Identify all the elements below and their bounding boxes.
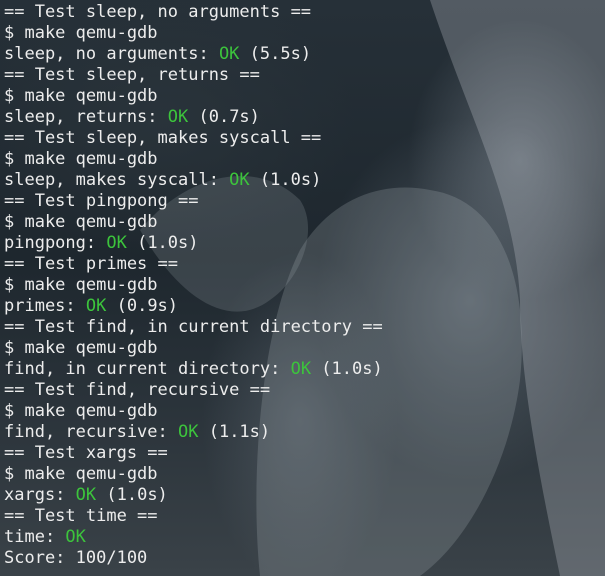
command-line: $ make qemu-gdb [4,275,158,295]
test-header-line: == Test sleep, returns == [4,65,260,85]
test-header-line: == Test time == [4,506,158,526]
status-ok: OK [85,296,107,316]
command-line: $ make qemu-gdb [4,86,158,106]
status-ok: OK [218,44,240,64]
terminal-window[interactable]: == Test sleep, no arguments == $ make qem… [0,0,605,576]
test-result-label: xargs: [4,485,76,505]
test-duration: (1.0s) [126,233,199,253]
test-result-line: find, in current directory: OK (1.0s) [4,359,383,380]
command-line: $ make qemu-gdb [4,401,158,421]
test-result-line: primes: OK (0.9s) [4,296,383,317]
test-result-label: pingpong: [4,233,107,253]
wallpaper-figure-hair [430,0,605,576]
test-result-line: time: OK [4,527,383,548]
command-line: $ make qemu-gdb [4,338,158,358]
test-result-label: sleep, no arguments: [4,44,219,64]
command-line: $ make qemu-gdb [4,464,158,484]
test-duration: (0.7s) [188,107,260,127]
test-result-line: sleep, no arguments: OK (5.5s) [4,44,383,65]
test-header-line: == Test find, recursive == [4,380,271,400]
test-header-line: == Test sleep, makes syscall == [4,128,322,148]
test-header-line: == Test primes == [4,254,178,274]
test-result-line: pingpong: OK (1.0s) [4,233,383,254]
status-ok: OK [290,359,312,379]
test-duration: (0.9s) [106,296,179,316]
test-duration: (1.0s) [249,170,322,190]
test-result-label: time: [4,527,66,547]
test-header-line: == Test pingpong == [4,191,199,211]
status-ok: OK [65,527,86,547]
test-duration: (1.0s) [311,359,383,379]
test-duration: (1.1s) [198,422,271,442]
status-ok: OK [167,107,189,127]
test-result-label: sleep, makes syscall: [4,170,230,190]
test-duration: (1.0s) [96,485,168,505]
terminal-output: == Test sleep, no arguments == $ make qem… [4,2,383,569]
status-ok: OK [178,422,199,442]
test-result-line: find, recursive: OK (1.1s) [4,422,383,443]
test-result-label: find, in current directory: [4,359,291,379]
test-result-line: xargs: OK (1.0s) [4,485,383,506]
command-line: $ make qemu-gdb [4,212,158,232]
test-result-label: find, recursive: [4,422,178,442]
command-line: $ make qemu-gdb [4,149,158,169]
test-header-line: == Test xargs == [4,443,168,463]
status-ok: OK [229,170,250,190]
test-duration: (5.5s) [239,44,312,64]
command-line: $ make qemu-gdb [4,23,158,43]
status-ok: OK [106,233,127,253]
score-line: Score: 100/100 [4,548,148,568]
status-ok: OK [75,485,97,505]
test-result-label: sleep, returns: [4,107,168,127]
test-result-label: primes: [4,296,86,316]
test-result-line: sleep, returns: OK (0.7s) [4,107,383,128]
test-header-line: == Test find, in current directory == [4,317,383,337]
test-header-line: == Test sleep, no arguments == [4,2,312,22]
test-result-line: sleep, makes syscall: OK (1.0s) [4,170,383,191]
